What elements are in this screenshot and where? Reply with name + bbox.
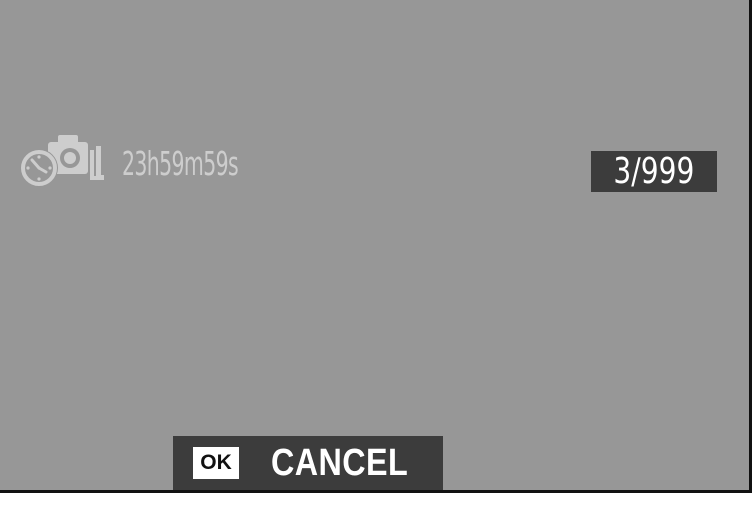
ok-button-icon: OK <box>193 447 239 479</box>
cancel-button[interactable]: OK CANCEL <box>173 436 443 490</box>
interval-timer-shooting-icon <box>20 135 104 187</box>
interval-timer-status: 23h59m59s <box>18 128 309 192</box>
frame-counter-value: 3/999 <box>613 151 695 192</box>
interval-time-remaining: 23h59m59s <box>122 143 239 183</box>
cancel-label: CANCEL <box>271 441 409 484</box>
camera-screen: 23h59m59s 3/999 OK CANCEL <box>0 0 752 493</box>
frame-counter: 3/999 <box>591 151 717 192</box>
